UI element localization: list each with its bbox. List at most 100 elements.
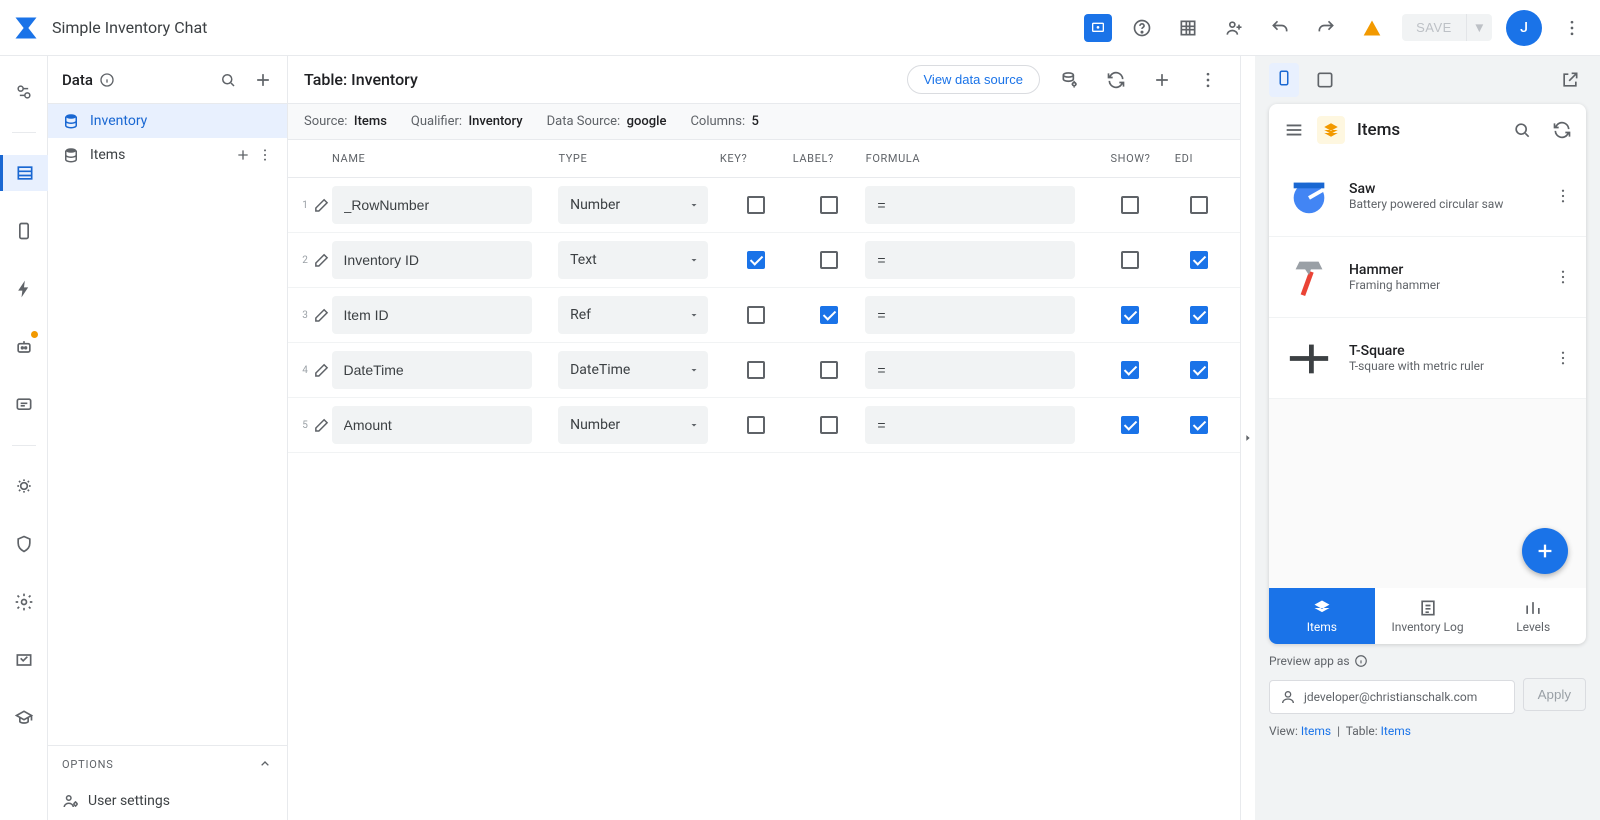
save-button[interactable]: SAVE — [1402, 14, 1466, 41]
main-title: Table: Inventory — [304, 70, 418, 89]
preview-list-item[interactable]: HammerFraming hammer — [1269, 237, 1586, 318]
checkbox[interactable] — [1121, 306, 1139, 324]
edit-icon[interactable] — [312, 361, 332, 379]
checkbox[interactable] — [1121, 416, 1139, 434]
add-table-icon[interactable] — [253, 70, 273, 90]
schema-settings-icon[interactable] — [1054, 64, 1086, 96]
rail-automation-icon[interactable] — [6, 329, 42, 365]
formula-input[interactable] — [865, 406, 1075, 444]
checkbox[interactable] — [1121, 196, 1139, 214]
checkbox[interactable] — [820, 196, 838, 214]
device-tablet-icon[interactable] — [1309, 64, 1341, 96]
add-user-icon[interactable] — [1218, 12, 1250, 44]
info-icon[interactable] — [1354, 654, 1368, 668]
checkbox[interactable] — [1121, 251, 1139, 269]
options-header[interactable]: OPTIONS — [48, 745, 287, 782]
open-external-icon[interactable] — [1554, 64, 1586, 96]
option-user-settings[interactable]: User settings — [48, 782, 287, 820]
preview-list-item[interactable]: SawBattery powered circular saw — [1269, 156, 1586, 237]
search-icon[interactable] — [1512, 120, 1532, 140]
preview-tab[interactable]: Levels — [1480, 588, 1586, 644]
warning-icon[interactable] — [1356, 12, 1388, 44]
checkbox[interactable] — [747, 306, 765, 324]
sync-icon[interactable] — [1552, 120, 1572, 140]
apply-button[interactable]: Apply — [1523, 678, 1586, 711]
add-column-icon[interactable] — [1146, 64, 1178, 96]
rail-actions-icon[interactable] — [6, 271, 42, 307]
column-name-input[interactable] — [332, 241, 532, 279]
redo-icon[interactable] — [1310, 12, 1342, 44]
preview-tab[interactable]: Inventory Log — [1375, 588, 1481, 644]
edit-icon[interactable] — [312, 196, 332, 214]
rail-manage-icon[interactable] — [6, 642, 42, 678]
more-vert-icon[interactable] — [257, 147, 273, 163]
more-vert-icon[interactable] — [1554, 268, 1572, 286]
menu-icon[interactable] — [1283, 119, 1305, 141]
column-type-select[interactable]: DateTime — [558, 351, 708, 389]
edit-icon[interactable] — [312, 306, 332, 324]
rail-settings-icon[interactable] — [6, 584, 42, 620]
fab-add-button[interactable] — [1522, 528, 1568, 574]
checkbox[interactable] — [747, 251, 765, 269]
column-name-input[interactable] — [332, 296, 532, 334]
footer-table-link[interactable]: Items — [1381, 724, 1411, 738]
table-item-items[interactable]: Items — [48, 138, 287, 172]
column-name-input[interactable] — [332, 186, 532, 224]
column-type-select[interactable]: Number — [558, 186, 708, 224]
rail-data-icon[interactable] — [0, 155, 48, 191]
formula-input[interactable] — [865, 186, 1075, 224]
rail-chat-icon[interactable] — [6, 387, 42, 423]
column-name-input[interactable] — [332, 406, 532, 444]
formula-input[interactable] — [865, 296, 1075, 334]
more-vert-icon[interactable] — [1192, 64, 1224, 96]
preview-as-email[interactable]: jdeveloper@christianschalk.com — [1269, 680, 1515, 714]
table-item-inventory[interactable]: Inventory — [48, 104, 287, 138]
rail-security-icon[interactable] — [6, 526, 42, 562]
footer-view-link[interactable]: Items — [1301, 724, 1331, 738]
checkbox[interactable] — [747, 196, 765, 214]
info-icon[interactable] — [99, 72, 115, 88]
formula-input[interactable] — [865, 241, 1075, 279]
checkbox[interactable] — [747, 361, 765, 379]
rail-views-icon[interactable] — [6, 213, 42, 249]
refresh-icon[interactable] — [1100, 64, 1132, 96]
checkbox[interactable] — [1190, 361, 1208, 379]
column-name-input[interactable] — [332, 351, 532, 389]
collapse-preview-handle[interactable] — [1241, 56, 1255, 820]
rail-learn-icon[interactable] — [6, 700, 42, 736]
checkbox[interactable] — [1121, 361, 1139, 379]
grid-icon[interactable] — [1172, 12, 1204, 44]
more-vert-icon[interactable] — [1554, 349, 1572, 367]
checkbox[interactable] — [1190, 306, 1208, 324]
rail-home-icon[interactable] — [6, 74, 42, 110]
present-icon[interactable] — [1084, 14, 1112, 42]
edit-icon[interactable] — [312, 251, 332, 269]
checkbox[interactable] — [820, 306, 838, 324]
more-vert-icon[interactable] — [1554, 187, 1572, 205]
preview-tab[interactable]: Items — [1269, 588, 1375, 644]
column-type-select[interactable]: Ref — [558, 296, 708, 334]
search-icon[interactable] — [219, 71, 237, 89]
help-icon[interactable] — [1126, 12, 1158, 44]
device-mobile-icon[interactable] — [1269, 63, 1299, 97]
add-icon[interactable] — [235, 147, 251, 163]
column-type-select[interactable]: Number — [558, 406, 708, 444]
nav-rail — [0, 56, 48, 820]
rail-intelligence-icon[interactable] — [6, 468, 42, 504]
undo-icon[interactable] — [1264, 12, 1296, 44]
avatar[interactable]: J — [1506, 10, 1542, 46]
formula-input[interactable] — [865, 351, 1075, 389]
checkbox[interactable] — [747, 416, 765, 434]
preview-list-item[interactable]: T-SquareT-square with metric ruler — [1269, 318, 1586, 399]
column-type-select[interactable]: Text — [558, 241, 708, 279]
checkbox[interactable] — [820, 361, 838, 379]
save-dropdown[interactable]: ▼ — [1466, 14, 1492, 41]
checkbox[interactable] — [1190, 416, 1208, 434]
more-vert-icon[interactable] — [1556, 12, 1588, 44]
checkbox[interactable] — [1190, 251, 1208, 269]
checkbox[interactable] — [820, 416, 838, 434]
view-data-source-button[interactable]: View data source — [907, 65, 1041, 94]
checkbox[interactable] — [1190, 196, 1208, 214]
checkbox[interactable] — [820, 251, 838, 269]
edit-icon[interactable] — [312, 416, 332, 434]
